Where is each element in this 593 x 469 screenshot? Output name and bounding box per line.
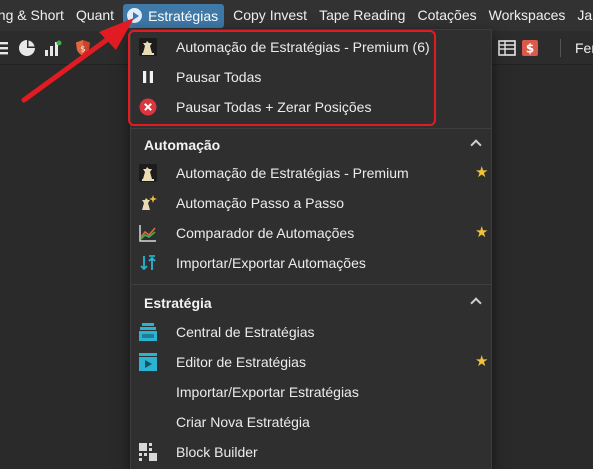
menu-item-pausar-todas[interactable]: Pausar Todas <box>131 62 491 92</box>
menu-estrategias-label: Estratégias <box>148 7 219 24</box>
menu-item-import-export-automacoes[interactable]: Importar/Exportar Automações <box>131 248 491 278</box>
pause-icon <box>139 68 157 86</box>
menu-item-comparador[interactable]: Comparador de Automações ★ <box>131 218 491 248</box>
menu-item-label: Pausar Todas <box>176 69 262 85</box>
menu-item-automacao-premium-count[interactable]: Automação de Estratégias - Premium (6) <box>131 32 491 62</box>
close-circle-icon <box>139 98 157 116</box>
menu-item-label: Editor de Estratégias <box>176 354 306 370</box>
play-icon <box>127 8 143 23</box>
menu-estrategias[interactable]: Estratégias <box>123 3 225 28</box>
star-icon[interactable]: ★ <box>475 165 488 180</box>
blocks-icon <box>139 443 157 461</box>
chevron-up-icon[interactable] <box>470 297 482 309</box>
menu-item-label: Criar Nova Estratégia <box>176 414 310 430</box>
toolbar-right-text[interactable]: Fer <box>575 40 593 56</box>
strategy-hub-icon <box>139 323 157 341</box>
menu-item-label: Block Builder <box>176 444 258 460</box>
menu-item-label: Importar/Exportar Estratégias <box>176 384 359 400</box>
menu-item-passo-a-passo[interactable]: Automação Passo a Passo <box>131 188 491 218</box>
dollar-document-icon[interactable]: $ <box>521 39 539 57</box>
menu-item-label: Pausar Todas + Zerar Posições <box>176 99 372 115</box>
chevron-up-icon[interactable] <box>470 139 482 151</box>
menu-janelas[interactable]: Jane <box>571 0 593 31</box>
menu-item-label: Comparador de Automações <box>176 225 355 241</box>
svg-text:$: $ <box>80 45 85 54</box>
svg-text:$: $ <box>526 42 534 56</box>
bar-chart-icon[interactable] <box>44 39 62 57</box>
section-automacao-header[interactable]: Automação <box>131 131 491 159</box>
menu-item-label: Automação de Estratégias - Premium (6) <box>176 39 430 55</box>
menu-tape-reading[interactable]: Tape Reading <box>313 0 411 31</box>
toolbar-divider <box>560 39 561 57</box>
menu-quant[interactable]: Quant <box>70 0 120 31</box>
menu-workspaces[interactable]: Workspaces <box>483 0 572 31</box>
menu-item-label: Importar/Exportar Automações <box>176 255 366 271</box>
section-title: Automação <box>144 137 221 153</box>
menu-item-central-estrategias[interactable]: Central de Estratégias <box>131 317 491 347</box>
section-estrategia-header[interactable]: Estratégia <box>131 289 491 317</box>
estrategias-dropdown: Automação de Estratégias - Premium (6) P… <box>130 29 492 469</box>
menu-divider <box>131 128 491 129</box>
menu-item-automacao-premium[interactable]: Automação de Estratégias - Premium ★ <box>131 158 491 188</box>
star-icon[interactable]: ★ <box>475 354 488 369</box>
chess-pieces-icon <box>139 38 157 56</box>
menu-bar: ong & Short Quant Estratégias Copy Inves… <box>0 0 593 31</box>
menu-item-editor-estrategias[interactable]: Editor de Estratégias ★ <box>131 347 491 377</box>
menu-item-pausar-zerar[interactable]: Pausar Todas + Zerar Posições <box>131 92 491 122</box>
line-chart-icon <box>139 224 157 242</box>
menu-item-label: Central de Estratégias <box>176 324 315 340</box>
import-export-icon <box>139 254 157 272</box>
strategy-editor-icon <box>139 353 157 371</box>
star-icon[interactable]: ★ <box>475 225 488 240</box>
menu-item-label: Automação Passo a Passo <box>176 195 345 211</box>
menu-item-import-export-estrategias[interactable]: Importar/Exportar Estratégias <box>131 377 491 407</box>
menu-long-short[interactable]: ong & Short <box>0 0 70 31</box>
pie-chart-icon[interactable] <box>18 39 36 57</box>
section-title: Estratégia <box>144 295 212 311</box>
list-icon[interactable] <box>0 39 14 57</box>
menu-cotacoes[interactable]: Cotações <box>411 0 482 31</box>
menu-divider <box>131 284 491 285</box>
menu-copy-invest[interactable]: Copy Invest <box>227 0 313 31</box>
menu-item-label: Automação de Estratégias - Premium <box>176 165 409 181</box>
chess-pieces-sparkle-icon <box>139 194 157 212</box>
menu-item-block-builder[interactable]: Block Builder <box>131 437 491 467</box>
chess-pieces-icon <box>139 164 157 182</box>
shield-dollar-icon[interactable]: $ <box>74 39 92 57</box>
menu-item-criar-estrategia[interactable]: Criar Nova Estratégia <box>131 407 491 437</box>
ledger-icon[interactable] <box>498 39 516 57</box>
